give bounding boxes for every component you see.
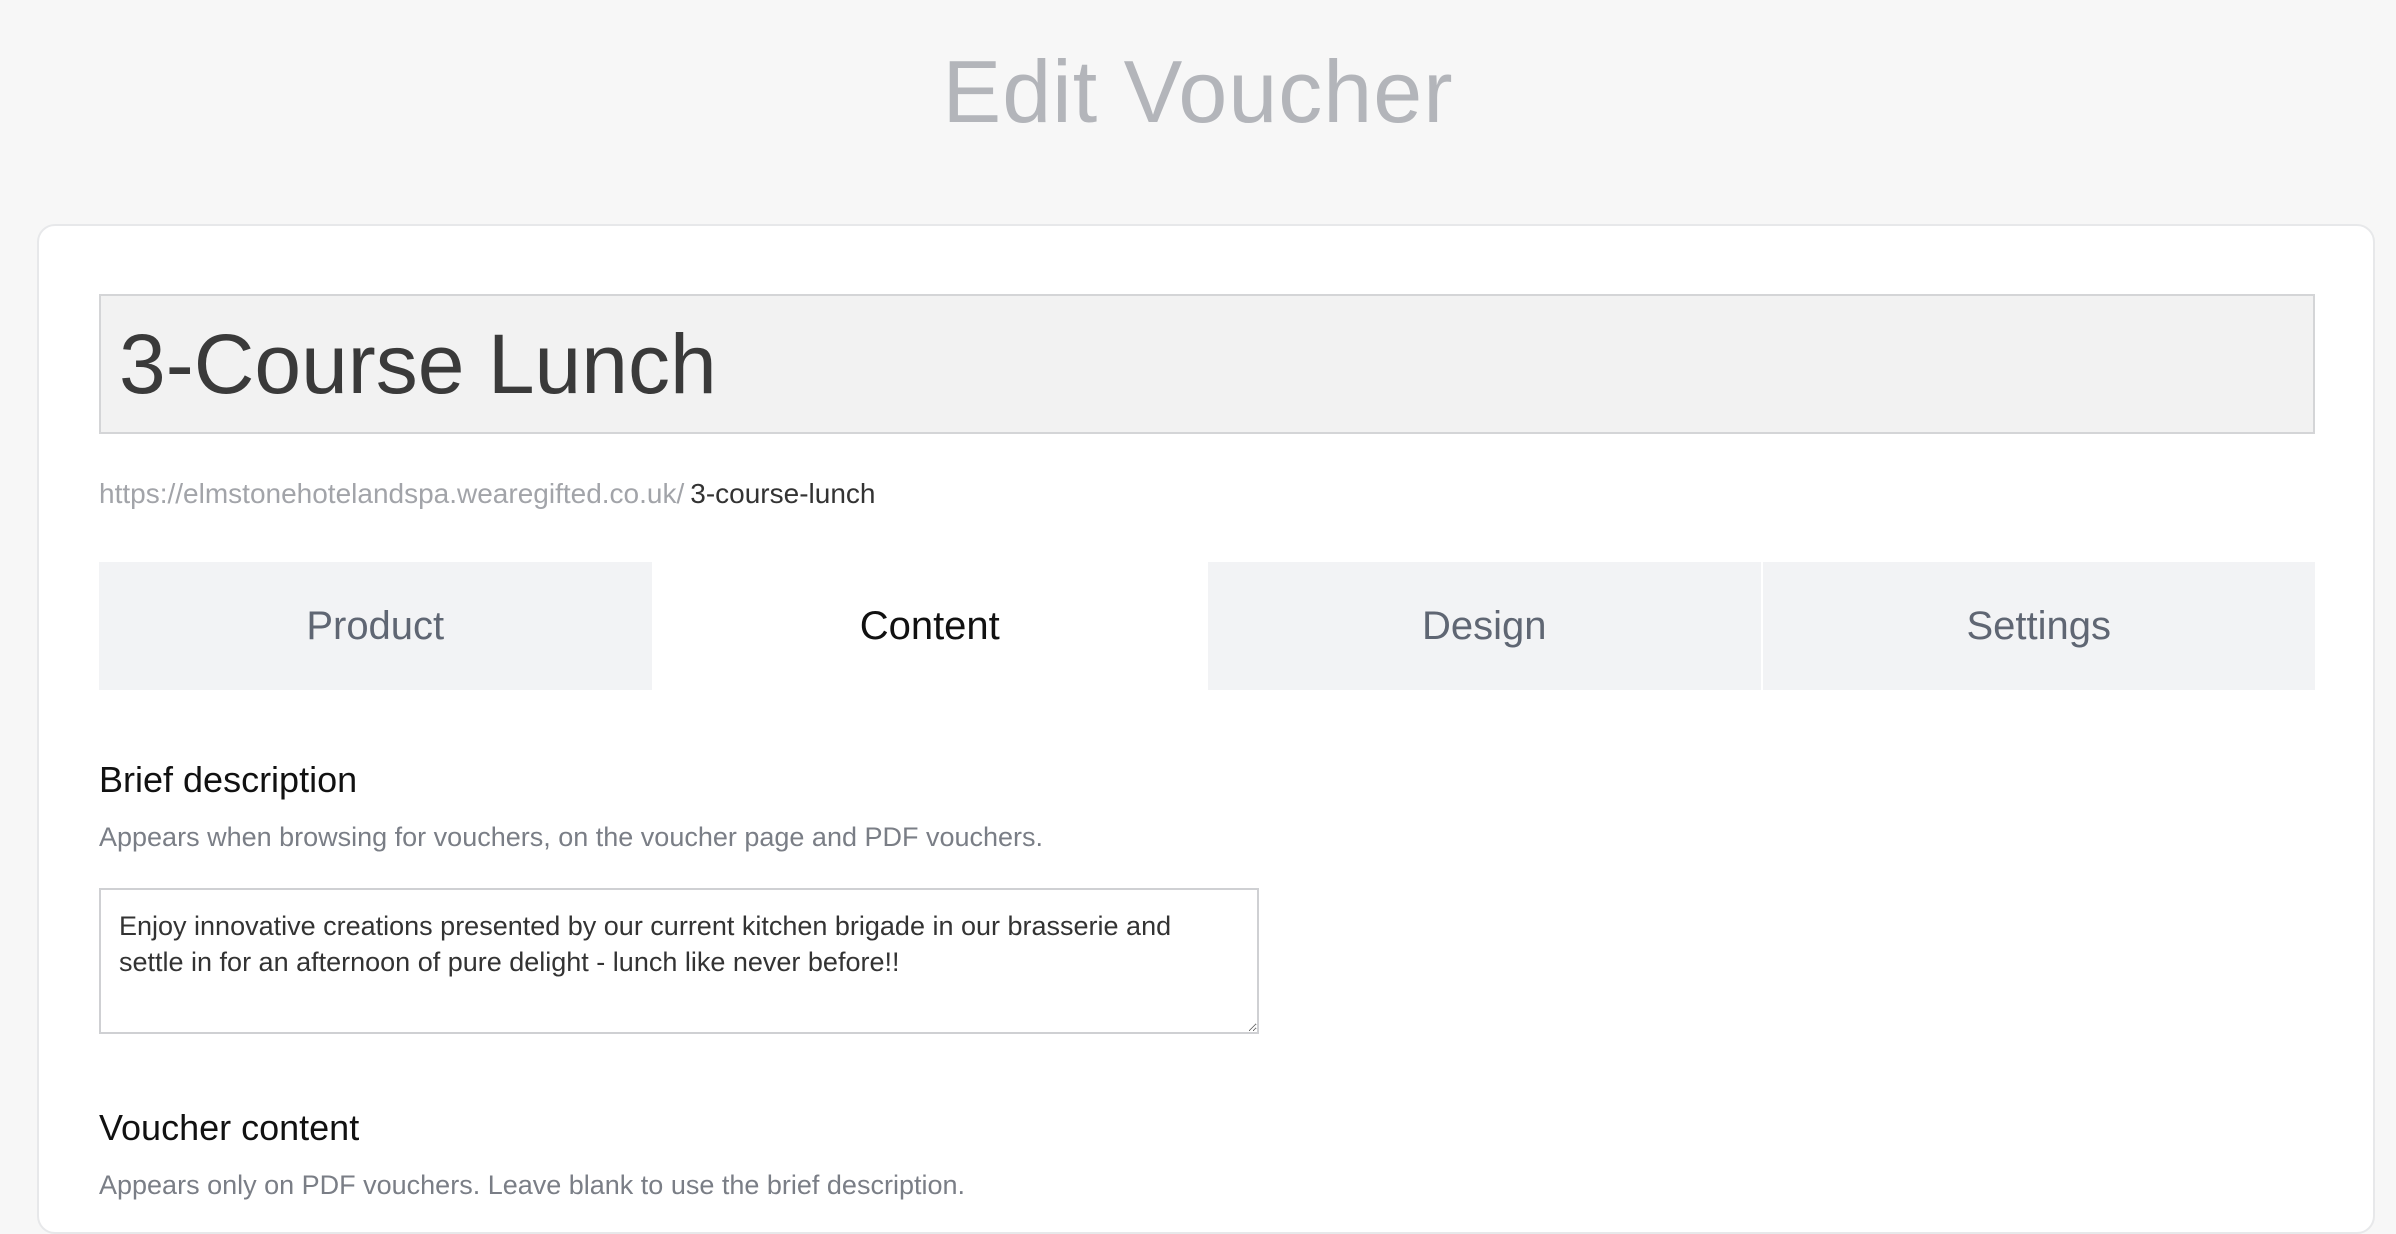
url-slug-editable[interactable]: 3-course-lunch — [690, 478, 875, 509]
voucher-content-help: Appears only on PDF vouchers. Leave blan… — [99, 1170, 965, 1200]
tab-design[interactable]: Design — [1208, 562, 1763, 690]
page-title: Edit Voucher — [942, 42, 1454, 141]
tab-bar: Product Content Design Settings — [99, 562, 2315, 690]
voucher-url: https://elmstonehotelandspa.wearegifted.… — [99, 476, 875, 512]
voucher-content-heading: Voucher content — [99, 1107, 360, 1148]
url-base: https://elmstonehotelandspa.wearegifted.… — [99, 478, 685, 509]
tab-product[interactable]: Product — [99, 562, 654, 690]
brief-description-help: Appears when browsing for vouchers, on t… — [99, 822, 1044, 852]
voucher-name-input[interactable] — [99, 294, 2315, 434]
brief-description-heading: Brief description — [99, 759, 358, 800]
tab-settings[interactable]: Settings — [1762, 562, 2315, 690]
edit-voucher-card: https://elmstonehotelandspa.wearegifted.… — [37, 224, 2375, 1234]
brief-description-textarea[interactable]: Enjoy innovative creations presented by … — [99, 888, 1259, 1034]
tab-content[interactable]: Content — [653, 562, 1208, 690]
